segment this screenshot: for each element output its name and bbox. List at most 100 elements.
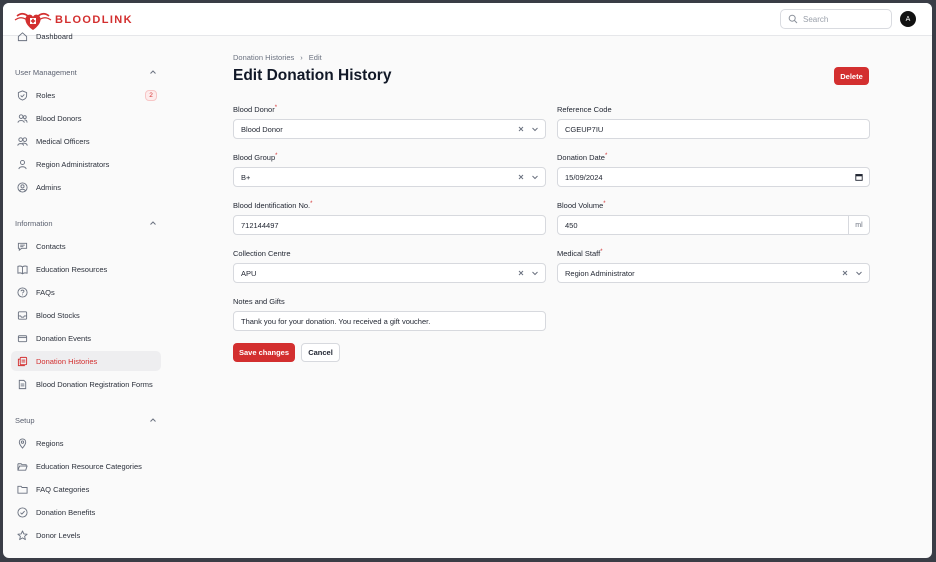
blood-identification-label: Blood Identification No.* <box>233 201 312 210</box>
breadcrumb-separator: › <box>300 53 303 62</box>
sidebar-item-donation-histories[interactable]: Donation Histories <box>11 351 161 371</box>
select-value: B+ <box>241 172 251 182</box>
cancel-button[interactable]: Cancel <box>301 343 340 362</box>
sidebar-item-blood-donation-registration-forms[interactable]: Blood Donation Registration Forms <box>11 374 161 394</box>
sidebar-item-label: Education Resources <box>36 264 108 274</box>
chevron-up-icon <box>150 418 156 422</box>
required-marker: * <box>603 201 606 207</box>
input-value: Thank you for your donation. You receive… <box>241 316 431 326</box>
search-field[interactable]: Search <box>780 9 892 29</box>
collection-centre-label: Collection Centre <box>233 249 291 258</box>
required-marker: * <box>310 201 313 207</box>
blood-identification-input[interactable]: 712144497 <box>233 215 546 235</box>
sidebar-item-contacts[interactable]: Contacts <box>11 236 161 256</box>
group-setup[interactable]: Setup <box>15 413 157 427</box>
sidebar-item-faq-categories[interactable]: FAQ Categories <box>11 479 161 499</box>
group-label: User Management <box>15 67 77 77</box>
sidebar-item-medical-officers[interactable]: Medical Officers <box>11 131 161 151</box>
donation-date-input[interactable]: 15/09/2024 <box>557 167 870 187</box>
sidebar-item-admins[interactable]: Admins <box>11 177 161 197</box>
collection-centre-select[interactable]: APU <box>233 263 546 283</box>
blood-donor-label: Blood Donor* <box>233 105 277 114</box>
sidebar-item-label: Contacts <box>36 241 66 251</box>
save-changes-button[interactable]: Save changes <box>233 343 295 362</box>
calendar-icon[interactable] <box>855 173 863 181</box>
folder-open-icon <box>17 462 28 471</box>
chevron-down-icon[interactable] <box>531 125 539 133</box>
group-label: Information <box>15 218 53 228</box>
clear-icon[interactable] <box>517 125 525 133</box>
chevron-down-icon[interactable] <box>531 173 539 181</box>
group-user-management[interactable]: User Management <box>15 65 157 79</box>
folder-icon <box>17 485 28 494</box>
sidebar-item-label: Blood Donation Registration Forms <box>36 379 153 389</box>
sidebar-item-education-resources[interactable]: Education Resources <box>11 259 161 279</box>
sidebar-item-blood-stocks[interactable]: Blood Stocks <box>11 305 161 325</box>
sidebar-item-donation-benefits[interactable]: Donation Benefits <box>11 502 161 522</box>
label-text: Blood Identification No. <box>233 201 311 210</box>
label-text: Blood Volume <box>557 201 604 210</box>
rectangle-icon <box>17 334 28 342</box>
reference-code-input[interactable]: CGEUP7IU <box>557 119 870 139</box>
page-title: Edit Donation History <box>233 67 392 84</box>
label-text: Collection Centre <box>233 249 291 258</box>
sidebar-item-roles[interactable]: Roles 2 <box>11 85 161 105</box>
sidebar-item-label: Dashboard <box>36 31 73 41</box>
notes-input[interactable]: Thank you for your donation. You receive… <box>233 311 546 331</box>
sidebar-item-faqs[interactable]: FAQs <box>11 282 161 302</box>
check-circle-icon <box>17 506 28 518</box>
book-icon <box>17 265 28 274</box>
required-marker: * <box>274 105 278 111</box>
app-window: BLOODLINK Search A Dashboard User Manage… <box>3 3 932 558</box>
sidebar-item-label: Education Resource Categories <box>36 461 142 471</box>
sidebar-item-label: Donation Histories <box>36 356 98 366</box>
required-marker: * <box>275 153 278 159</box>
document-icon <box>18 379 27 389</box>
chevron-down-icon[interactable] <box>855 269 863 277</box>
sidebar-item-label: Donation Events <box>36 333 92 343</box>
reference-code-label: Reference Code <box>557 105 612 114</box>
inbox-icon <box>17 310 28 320</box>
sidebar-item-education-resource-categories[interactable]: Education Resource Categories <box>11 456 161 476</box>
sidebar-item-label: Donor Levels <box>36 530 81 540</box>
medical-staff-select[interactable]: Region Administrator <box>557 263 870 283</box>
breadcrumb-parent-link[interactable]: Donation Histories <box>233 53 294 62</box>
input-value: CGEUP7IU <box>565 124 604 134</box>
delete-button[interactable]: Delete <box>834 67 869 85</box>
sidebar-item-donation-events[interactable]: Donation Events <box>11 328 161 348</box>
clear-icon[interactable] <box>517 269 525 277</box>
blood-volume-input[interactable]: 450 ml <box>557 215 870 235</box>
search-icon <box>788 14 798 24</box>
roles-count-badge: 2 <box>145 90 157 101</box>
sidebar-item-region-administrators[interactable]: Region Administrators <box>11 154 161 174</box>
input-value: 450 <box>565 220 578 230</box>
avatar[interactable]: A <box>900 11 916 27</box>
label-text: Blood Group <box>233 153 276 162</box>
sidebar-item-label: Admins <box>36 182 62 192</box>
sidebar-item-label: FAQ Categories <box>36 484 90 494</box>
blood-group-label: Blood Group* <box>233 153 277 162</box>
clear-icon[interactable] <box>841 269 849 277</box>
sidebar-item-donor-levels[interactable]: Donor Levels <box>11 525 161 545</box>
donation-date-label: Donation Date* <box>557 153 607 162</box>
breadcrumb: Donation Histories › Edit <box>233 53 322 62</box>
sidebar-item-label: Regions <box>36 438 64 448</box>
blood-donor-select[interactable]: Blood Donor <box>233 119 546 139</box>
chat-icon <box>17 242 28 251</box>
question-icon <box>17 286 28 298</box>
group-information[interactable]: Information <box>15 216 157 230</box>
users-icon <box>17 113 28 123</box>
sidebar-item-regions[interactable]: Regions <box>11 433 161 453</box>
sidebar-item-label: Medical Officers <box>36 136 90 146</box>
sidebar-item-blood-donors[interactable]: Blood Donors <box>11 108 161 128</box>
sidebar-item-label: FAQs <box>36 287 55 297</box>
label-text: Reference Code <box>557 105 612 114</box>
clear-icon[interactable] <box>517 173 525 181</box>
sidebar: Dashboard User Management Roles 2 Blood … <box>3 32 171 558</box>
blood-group-select[interactable]: B+ <box>233 167 546 187</box>
sidebar-item-label: Region Administrators <box>36 159 110 169</box>
sidebar-item-label: Roles <box>36 90 56 100</box>
label-text: Blood Donor <box>233 105 275 114</box>
chevron-down-icon[interactable] <box>531 269 539 277</box>
sidebar-item-dashboard[interactable]: Dashboard <box>11 26 161 46</box>
